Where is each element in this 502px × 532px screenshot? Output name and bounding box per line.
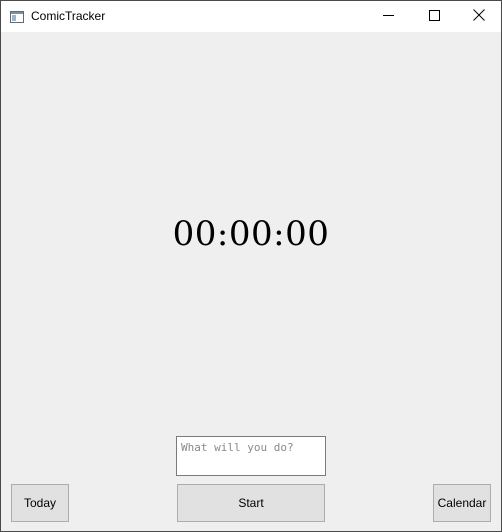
window-title: ComicTracker: [31, 9, 106, 23]
window-app-icon: [10, 10, 24, 23]
minimize-button[interactable]: [365, 1, 411, 32]
maximize-icon: [428, 8, 440, 26]
maximize-button[interactable]: [411, 1, 457, 32]
app-window: ComicTracker 00:00:00 What will you do? …: [0, 0, 502, 532]
start-button[interactable]: Start: [177, 484, 325, 522]
minimize-icon: [382, 8, 394, 26]
main-content: 00:00:00 Today Start Calendar: [1, 32, 501, 531]
task-input[interactable]: [176, 436, 326, 476]
title-bar[interactable]: ComicTracker: [1, 1, 501, 32]
calendar-button[interactable]: Calendar: [433, 484, 491, 522]
today-button[interactable]: Today: [11, 484, 69, 522]
close-button[interactable]: [456, 1, 502, 32]
close-icon: [473, 8, 485, 26]
timer-display: 00:00:00: [172, 214, 330, 254]
